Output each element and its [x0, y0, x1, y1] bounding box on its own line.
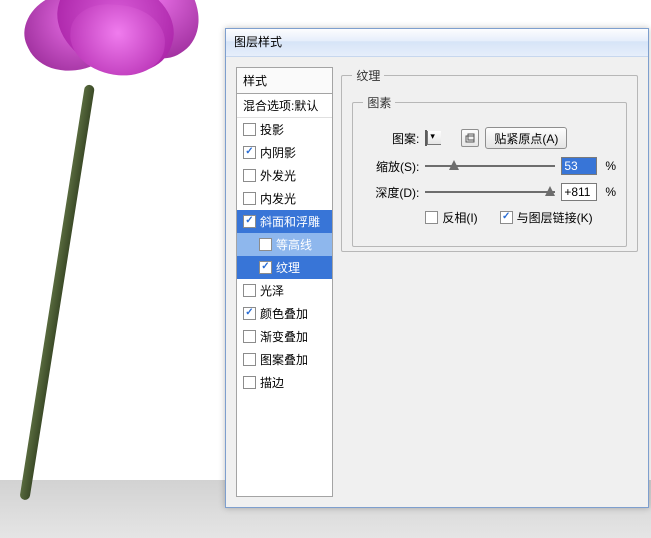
dialog-title: 图层样式 [234, 35, 282, 49]
style-item-label: 内阴影 [260, 144, 296, 161]
invert-label: 反相(I) [442, 209, 477, 226]
depth-pct: % [605, 185, 616, 199]
style-item-label: 外发光 [260, 167, 296, 184]
style-item-checkbox[interactable] [243, 192, 256, 205]
invert-checkbox[interactable]: 反相(I) [425, 209, 477, 226]
texture-panel: 纹理 图素 图案: [341, 67, 638, 497]
styles-list: 样式 混合选项:默认 投影内阴影外发光内发光斜面和浮雕等高线纹理光泽颜色叠加渐变… [236, 67, 333, 497]
depth-label: 深度(D): [363, 184, 419, 201]
style-item-checkbox[interactable] [243, 123, 256, 136]
scale-label: 缩放(S): [363, 158, 419, 175]
layer-style-dialog: 图层样式 样式 混合选项:默认 投影内阴影外发光内发光斜面和浮雕等高线纹理光泽颜… [225, 28, 649, 508]
style-item-label: 纹理 [276, 259, 300, 276]
style-item-label: 渐变叠加 [260, 328, 308, 345]
style-item-inner-glow[interactable]: 内发光 [237, 187, 332, 210]
blend-options-row[interactable]: 混合选项:默认 [237, 94, 332, 118]
style-item-texture[interactable]: 纹理 [237, 256, 332, 279]
style-item-checkbox[interactable] [243, 376, 256, 389]
dialog-titlebar[interactable]: 图层样式 [226, 29, 648, 57]
style-item-checkbox[interactable] [243, 215, 256, 228]
style-item-gradient-overlay[interactable]: 渐变叠加 [237, 325, 332, 348]
link-checkbox[interactable]: 与图层链接(K) [500, 209, 593, 226]
snap-origin-button[interactable]: 贴紧原点(A) [485, 127, 567, 149]
depth-input[interactable] [561, 183, 597, 201]
depth-row: 深度(D): % [363, 183, 616, 201]
style-item-checkbox[interactable] [243, 330, 256, 343]
flower-head [15, 0, 215, 95]
style-item-bevel-emboss[interactable]: 斜面和浮雕 [237, 210, 332, 233]
style-item-drop-shadow[interactable]: 投影 [237, 118, 332, 141]
style-item-checkbox[interactable] [259, 261, 272, 274]
style-item-label: 投影 [260, 121, 284, 138]
style-item-checkbox[interactable] [243, 307, 256, 320]
style-item-checkbox[interactable] [259, 238, 272, 251]
style-item-label: 斜面和浮雕 [260, 213, 320, 230]
style-item-pattern-overlay[interactable]: 图案叠加 [237, 348, 332, 371]
style-item-label: 光泽 [260, 282, 284, 299]
style-item-inner-shadow[interactable]: 内阴影 [237, 141, 332, 164]
style-item-checkbox[interactable] [243, 146, 256, 159]
new-preset-button[interactable] [461, 129, 479, 147]
style-item-checkbox[interactable] [243, 353, 256, 366]
depth-slider[interactable] [425, 185, 555, 199]
style-item-label: 颜色叠加 [260, 305, 308, 322]
snap-origin-label: 贴紧原点(A) [494, 130, 558, 147]
style-item-label: 图案叠加 [260, 351, 308, 368]
style-item-checkbox[interactable] [243, 169, 256, 182]
style-item-stroke[interactable]: 描边 [237, 371, 332, 394]
scale-slider[interactable] [425, 159, 555, 173]
texture-fieldset: 纹理 图素 图案: [341, 67, 638, 252]
style-item-satin[interactable]: 光泽 [237, 279, 332, 302]
pattern-dropdown-icon[interactable] [427, 131, 441, 145]
link-label: 与图层链接(K) [517, 209, 593, 226]
style-item-outer-glow[interactable]: 外发光 [237, 164, 332, 187]
scale-pct: % [605, 159, 616, 173]
styles-header[interactable]: 样式 [237, 68, 332, 94]
pattern-label: 图案: [363, 130, 419, 147]
flower-stem [19, 84, 95, 500]
options-row: 反相(I) 与图层链接(K) [425, 209, 616, 226]
style-item-contour[interactable]: 等高线 [237, 233, 332, 256]
elements-legend: 图素 [363, 94, 395, 111]
pattern-row: 图案: 贴紧原点(A) [363, 127, 616, 149]
style-item-label: 等高线 [276, 236, 312, 253]
scale-input[interactable] [561, 157, 597, 175]
texture-legend: 纹理 [352, 67, 384, 84]
scale-row: 缩放(S): % [363, 157, 616, 175]
style-item-label: 内发光 [260, 190, 296, 207]
style-item-checkbox[interactable] [243, 284, 256, 297]
style-item-color-overlay[interactable]: 颜色叠加 [237, 302, 332, 325]
elements-fieldset: 图素 图案: [352, 94, 627, 247]
dialog-body: 样式 混合选项:默认 投影内阴影外发光内发光斜面和浮雕等高线纹理光泽颜色叠加渐变… [226, 57, 648, 507]
style-item-label: 描边 [260, 374, 284, 391]
